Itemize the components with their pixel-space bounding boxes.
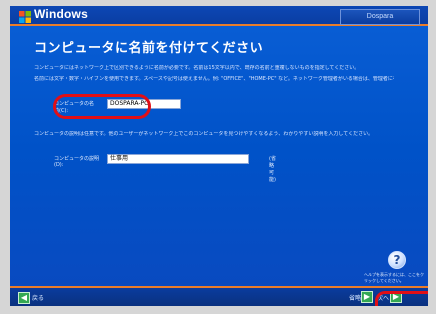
back-label: 戻る bbox=[32, 295, 45, 302]
help-icon[interactable]: ? bbox=[388, 251, 406, 269]
highlight-circle bbox=[53, 94, 151, 119]
computer-description-label: コンピュータの説明(D): bbox=[54, 156, 100, 168]
skip-label: 省略 bbox=[349, 295, 362, 302]
screen-photo: Windows Dospara コンピュータに名前を付けてください コンピュータ… bbox=[0, 0, 436, 314]
description-optional-note: (省略可能) bbox=[269, 156, 276, 183]
wizard-footer: ◀ 戻る 省略 ▶ 次へ ▶ bbox=[10, 286, 428, 306]
windows-brand: Windows bbox=[34, 7, 88, 21]
title-bar: Windows Dospara bbox=[10, 6, 428, 26]
naming-rules-text: 名前には文字・数字・ハイフンを使用できます。スペースや記号は使えません。例: "… bbox=[34, 76, 394, 82]
page-title: コンピュータに名前を付けてください bbox=[34, 41, 264, 56]
skip-button[interactable]: ▶ bbox=[361, 291, 373, 303]
help-text: ヘルプを表示するには、ここをクリックしてください。 bbox=[364, 272, 424, 283]
windows-logo-icon bbox=[19, 8, 31, 23]
intro-text: コンピュータにはネットワーク上で区別できるように名前が必要です。名前は15文字以… bbox=[34, 65, 360, 71]
description-help-text: コンピュータの説明は任意です。他のユーザーがネットワーク上でこのコンピュータを見… bbox=[34, 131, 374, 137]
next-highlight-circle bbox=[375, 291, 428, 306]
partner-logo: Dospara bbox=[340, 9, 420, 25]
back-button[interactable]: ◀ bbox=[18, 292, 30, 304]
setup-window: Windows Dospara コンピュータに名前を付けてください コンピュータ… bbox=[10, 6, 428, 306]
computer-description-input[interactable]: 仕事用 bbox=[107, 154, 249, 164]
